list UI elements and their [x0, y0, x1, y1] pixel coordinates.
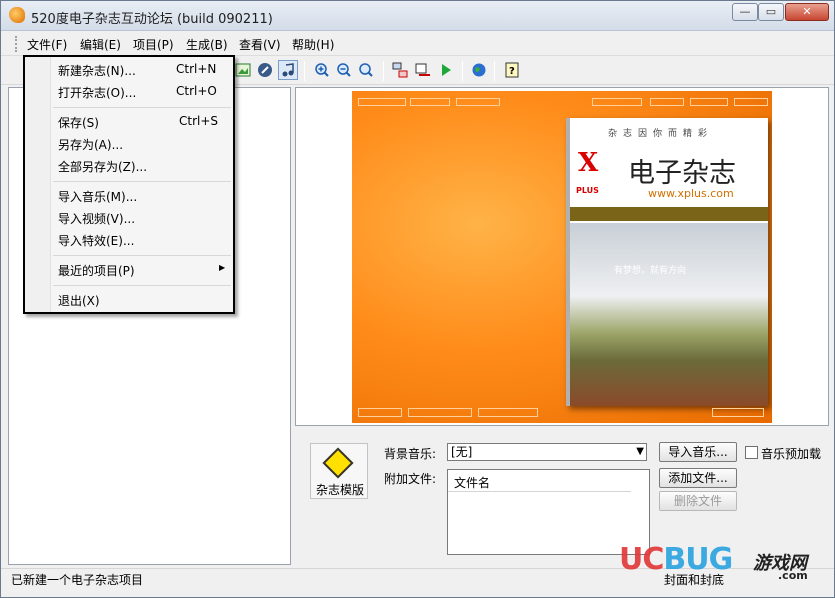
mag-nav-tag	[690, 98, 728, 106]
menu-item-recent[interactable]: 最近的项目(P)	[58, 262, 135, 279]
help-icon[interactable]: ?	[502, 60, 522, 80]
magazine-cover: 杂志因你而精彩 X PLUS 电子杂志 www.xplus.com 有梦想，就有…	[566, 118, 768, 406]
preview-panel[interactable]: 杂志因你而精彩 X PLUS 电子杂志 www.xplus.com 有梦想，就有…	[295, 87, 829, 426]
zoom-out-icon[interactable]	[334, 60, 354, 80]
menu-build[interactable]: 生成(B)	[186, 36, 228, 53]
cover-photo: 有梦想，就有方向	[570, 223, 768, 406]
mag-nav-tag	[712, 408, 764, 417]
bg-music-select[interactable]: [无] ▼	[447, 443, 647, 461]
preload-label: 音乐预加载	[761, 447, 822, 461]
music-icon[interactable]	[278, 60, 298, 80]
menu-item-import-effect[interactable]: 导入特效(E)...	[58, 232, 134, 249]
cover-logo-sub: PLUS	[576, 186, 599, 195]
mag-volume-tag	[592, 98, 642, 106]
file-menu-dropdown: 新建杂志(N)... Ctrl+N 打开杂志(O)... Ctrl+O 保存(S…	[23, 55, 235, 314]
watermark-domain: .com	[778, 569, 808, 582]
svg-text:?: ?	[509, 66, 515, 77]
menu-item-save-all-as[interactable]: 全部另存为(Z)...	[58, 158, 147, 175]
menu-bar: 文件(F) 编辑(E) 项目(P) 生成(B) 查看(V) 帮助(H)	[1, 32, 834, 56]
app-window: 520度电子杂志互动论坛 (build 090211) — ▭ ✕ 文件(F) …	[0, 0, 835, 598]
menu-item-exit[interactable]: 退出(X)	[58, 292, 100, 309]
title-bar[interactable]: 520度电子杂志互动论坛 (build 090211) — ▭ ✕	[1, 1, 834, 31]
toolbar-separator	[462, 61, 463, 81]
zoom-in-icon[interactable]	[312, 60, 332, 80]
watermark-bug: BUG	[663, 542, 733, 577]
add-file-button[interactable]: 添加文件...	[659, 468, 737, 488]
menu-file[interactable]: 文件(F)	[27, 36, 67, 53]
menu-help[interactable]: 帮助(H)	[292, 36, 334, 53]
watermark-logo: UCBUG	[619, 542, 733, 577]
menu-separator	[53, 181, 231, 182]
image-icon[interactable]	[233, 60, 253, 80]
toolbar-separator	[383, 61, 384, 81]
menu-grip	[15, 36, 18, 52]
status-message: 已新建一个电子杂志项目	[11, 573, 144, 587]
mag-nav-tag	[408, 408, 472, 417]
menu-project[interactable]: 项目(P)	[133, 36, 174, 53]
import-music-button[interactable]: 导入音乐...	[659, 442, 737, 462]
submenu-arrow-icon: ▶	[219, 263, 226, 272]
menu-item-open[interactable]: 打开杂志(O)...	[58, 84, 136, 101]
menu-edit[interactable]: 编辑(E)	[80, 36, 121, 53]
menu-item-import-video[interactable]: 导入视频(V)...	[58, 210, 135, 227]
magazine-preview: 杂志因你而精彩 X PLUS 电子杂志 www.xplus.com 有梦想，就有…	[352, 91, 772, 423]
template-label: 杂志模版	[316, 483, 365, 497]
menu-item-new[interactable]: 新建杂志(N)...	[58, 62, 136, 79]
menu-item-save[interactable]: 保存(S)	[58, 114, 99, 131]
attach-label: 附加文件:	[384, 472, 437, 486]
minimize-button[interactable]: —	[732, 3, 758, 21]
app-icon	[9, 7, 25, 23]
globe-icon[interactable]	[469, 60, 489, 80]
properties-panel: 杂志模版 背景音乐: [无] ▼ 导入音乐... 音乐预加载 附加文件: 文件名…	[295, 429, 829, 567]
menu-shortcut: Ctrl+N	[176, 62, 217, 76]
mag-nav-tag	[456, 98, 500, 106]
menu-separator	[53, 255, 231, 256]
wrench-icon[interactable]	[255, 60, 275, 80]
bg-music-label: 背景音乐:	[384, 447, 437, 461]
publish-icon[interactable]	[413, 60, 433, 80]
menu-separator	[53, 285, 231, 286]
preload-checkbox[interactable]	[745, 446, 758, 459]
cover-title: 电子杂志	[628, 158, 736, 189]
cover-header: 杂志因你而精彩 X PLUS 电子杂志 www.xplus.com	[570, 118, 768, 205]
menu-icon-column	[25, 57, 51, 312]
menu-separator	[53, 107, 231, 108]
mag-nav-tag	[650, 98, 684, 106]
menu-item-save-as[interactable]: 另存为(A)...	[58, 136, 123, 153]
mag-nav-tag	[410, 98, 450, 106]
menu-view[interactable]: 查看(V)	[239, 36, 281, 53]
toolbar-separator	[304, 61, 305, 81]
chevron-down-icon: ▼	[636, 446, 644, 457]
window-title: 520度电子杂志互动论坛 (build 090211)	[31, 12, 273, 27]
menu-item-import-music[interactable]: 导入音乐(M)...	[58, 188, 137, 205]
toolbar-separator	[494, 61, 495, 81]
mag-nav-tag	[734, 98, 768, 106]
cover-url: www.xplus.com	[648, 187, 734, 200]
menu-shortcut: Ctrl+O	[176, 84, 217, 98]
bg-music-value: [无]	[451, 445, 473, 459]
zoom-fit-icon[interactable]	[356, 60, 376, 80]
magazine-template-button[interactable]: 杂志模版	[310, 443, 368, 499]
menu-shortcut: Ctrl+S	[179, 114, 219, 128]
delete-file-button[interactable]: 删除文件	[659, 491, 737, 511]
mag-nav-tag	[358, 98, 406, 106]
play-icon[interactable]	[436, 60, 456, 80]
maximize-button[interactable]: ▭	[758, 3, 784, 21]
close-button[interactable]: ✕	[785, 3, 829, 21]
cover-slogan: 杂志因你而精彩	[608, 129, 714, 139]
mag-nav-tag	[358, 408, 402, 417]
mag-nav-tag	[478, 408, 538, 417]
cover-band	[570, 207, 768, 221]
file-name-column[interactable]: 文件名	[448, 470, 631, 492]
template-diamond-icon	[322, 447, 354, 479]
cover-photo-text: 有梦想，就有方向	[614, 266, 687, 276]
watermark-uc: UC	[619, 542, 664, 577]
network-icon[interactable]	[390, 60, 410, 80]
